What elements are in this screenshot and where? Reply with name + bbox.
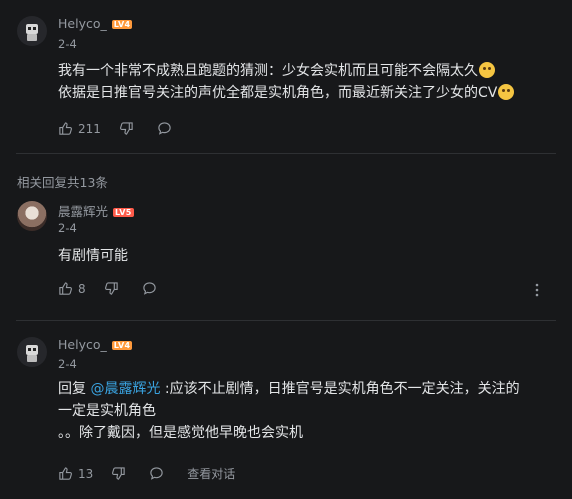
dislike-icon (112, 467, 125, 480)
like-icon (59, 282, 72, 295)
view-dialog-link[interactable]: 查看对话 (187, 465, 235, 482)
mention-link[interactable]: @晨露辉光 (90, 381, 160, 397)
comment-icon (150, 467, 163, 480)
like-icon (59, 122, 72, 135)
like-count: 8 (78, 281, 86, 296)
username-text[interactable]: Helyco_ (58, 337, 107, 352)
more-icon (535, 283, 539, 297)
reply-prefix: 回复 (58, 381, 91, 397)
like-icon (59, 467, 72, 480)
reply-line: 一定是实机角色 (58, 403, 156, 419)
avatar[interactable] (17, 16, 47, 46)
reply-line: :应该不止剧情，日推官号是实机角色不一定关注，关注的 (160, 381, 520, 397)
username[interactable]: Helyco_ LV4 (58, 16, 133, 31)
like-button[interactable]: 8 (58, 281, 86, 296)
emoji-face-icon (479, 62, 495, 78)
dislike-button[interactable] (119, 121, 139, 136)
comment-line: 依据是日推官号关注的声优全都是实机角色，而最近新关注了少女的CV (58, 85, 498, 101)
comment-button[interactable] (149, 466, 169, 481)
dislike-icon (104, 282, 118, 295)
reply-date: 2-4 (58, 221, 77, 235)
username-text[interactable]: Helyco_ (58, 16, 107, 31)
comment-button[interactable] (142, 281, 162, 296)
comment-text: 我有一个非常不成熟且跑题的猜测：少女会实机而且可能不会隔太久 依据是日推官号关注… (58, 60, 515, 104)
level-badge: LV5 (113, 208, 134, 217)
comment-button[interactable] (157, 121, 177, 136)
like-button[interactable]: 211 (58, 121, 101, 136)
level-badge: LV4 (111, 341, 133, 350)
username[interactable]: Helyco_ LV4 (58, 337, 133, 352)
username-text[interactable]: 晨露辉光 (58, 204, 108, 219)
robot-avatar-icon (26, 24, 38, 41)
reply-date: 2-4 (58, 357, 77, 371)
dislike-button[interactable] (111, 466, 131, 481)
comment-icon (142, 282, 156, 295)
comment-date: 2-4 (58, 37, 77, 51)
divider (16, 153, 556, 154)
emoji-face-icon (498, 84, 515, 100)
divider (16, 320, 556, 321)
reply-line: 。。除了戴因，但是感觉他早晚也会实机 (58, 425, 303, 441)
dislike-icon (119, 122, 133, 135)
avatar[interactable] (17, 337, 47, 367)
reply-actions: 13 查看对话 (58, 465, 235, 482)
level-badge: LV4 (111, 20, 133, 29)
comment-line: 我有一个非常不成熟且跑题的猜测：少女会实机而且可能不会隔太久 (58, 63, 478, 79)
reply-text: 回复 @晨露辉光 :应该不止剧情，日推官号是实机角色不一定关注，关注的 一定是实… (58, 378, 553, 444)
reply-text: 有剧情可能 (58, 248, 128, 264)
comment-icon (158, 122, 171, 135)
replies-count: 相关回复共13条 (17, 175, 108, 190)
username[interactable]: 晨露辉光 LV5 (58, 201, 134, 220)
reply-actions: 8 (58, 281, 180, 296)
comment-actions: 211 (58, 121, 195, 136)
like-count: 13 (78, 466, 94, 481)
like-button[interactable]: 13 (58, 466, 93, 481)
dislike-button[interactable] (104, 281, 124, 296)
more-button[interactable] (530, 282, 544, 301)
like-count: 211 (78, 121, 101, 136)
robot-avatar-icon (26, 345, 38, 362)
avatar[interactable] (17, 201, 47, 231)
